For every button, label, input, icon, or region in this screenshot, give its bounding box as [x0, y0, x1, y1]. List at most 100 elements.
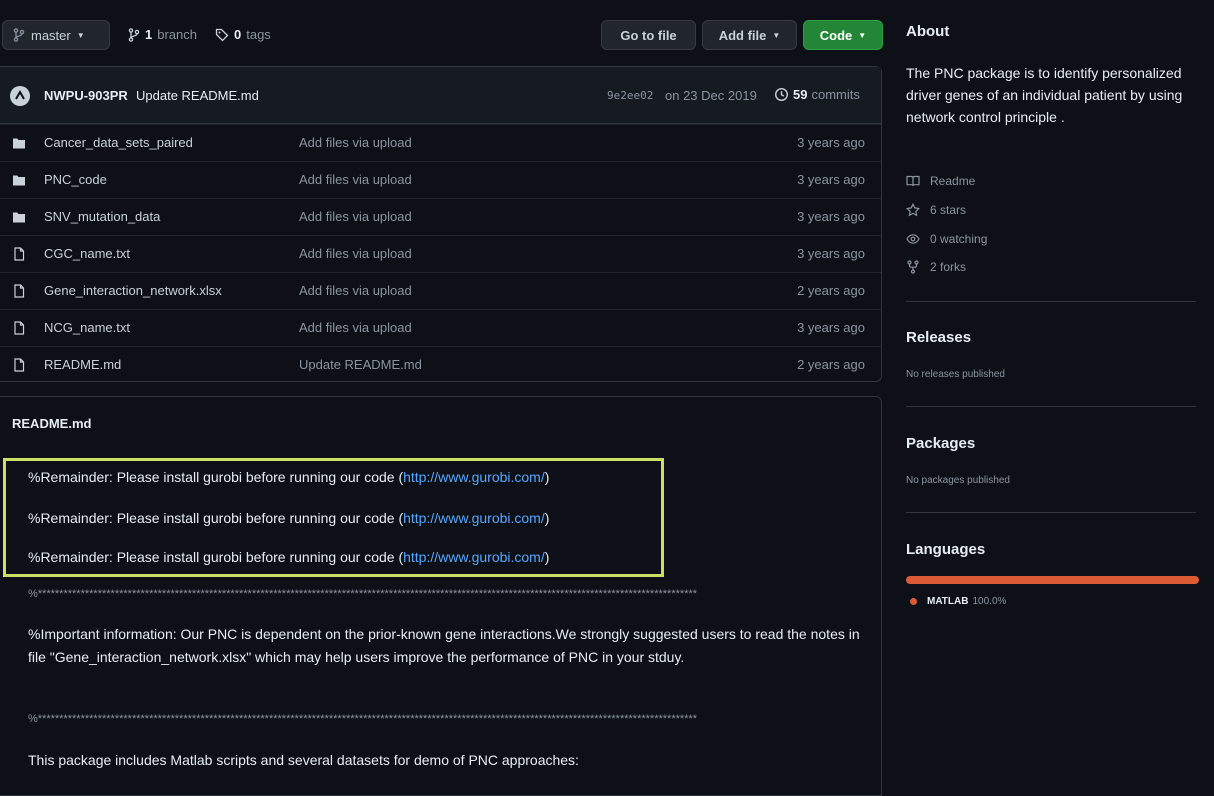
go-to-file-button[interactable]: Go to file [601, 20, 696, 50]
separator-stars: %***************************************… [28, 588, 698, 600]
history-icon [774, 87, 789, 102]
avatar-icon [15, 89, 25, 100]
file-name[interactable]: CGC_name.txt [44, 246, 130, 261]
readme-title: README.md [12, 416, 92, 431]
language-bar [906, 576, 1199, 584]
file-row[interactable]: SNV_mutation_data Add files via upload 3 y… [0, 198, 881, 234]
code-button[interactable]: Code ▼ [803, 20, 883, 50]
file-commit-message[interactable]: Update README.md [299, 357, 422, 372]
about-description: The PNC package is to identify personali… [906, 65, 1183, 125]
about-title: About [906, 23, 950, 40]
forks-label: 2 forks [930, 260, 967, 274]
file-name[interactable]: README.md [44, 357, 121, 372]
branch-icon [13, 28, 25, 42]
file-icon [14, 284, 25, 298]
readme-link[interactable]: Readme [906, 174, 975, 188]
reminder-line-3: %Remainder: Please install gurobi before… [28, 549, 549, 565]
commit-sha[interactable]: 9e2ee02 [607, 89, 653, 102]
reminder-text: %Remainder: Please install gurobi before… [28, 469, 404, 485]
file-icon [14, 247, 25, 261]
file-commit-message[interactable]: Add files via upload [299, 283, 412, 298]
stars-link[interactable]: 6 stars [906, 203, 966, 217]
commit-author[interactable]: NWPU-903PR [44, 88, 128, 103]
fork-icon [907, 260, 919, 274]
gurobi-link[interactable]: http://www.gurobi.com/ [403, 469, 545, 485]
reminder-close: ) [544, 549, 550, 565]
eye-icon [906, 234, 920, 244]
chevron-down-icon: ▼ [772, 30, 781, 40]
reminder-text: %Remainder: Please install gurobi before… [28, 510, 404, 526]
commit-message[interactable]: Update README.md [136, 88, 259, 103]
folder-icon [13, 175, 25, 186]
file-age: 3 years ago [797, 172, 865, 187]
commit-date: on 23 Dec 2019 [665, 88, 757, 103]
gurobi-link[interactable]: http://www.gurobi.com/ [403, 549, 545, 565]
watchers-link[interactable]: 0 watching [906, 232, 987, 246]
file-row[interactable]: PNC_code Add files via upload 3 years ago [0, 161, 881, 197]
gurobi-link[interactable]: http://www.gurobi.com/ [403, 510, 545, 526]
branch-word: branch [157, 27, 197, 42]
readme-panel: README.md %Remainder: Please install gur… [0, 396, 882, 796]
releases-title[interactable]: Releases [906, 329, 971, 346]
file-commit-message[interactable]: Add files via upload [299, 320, 412, 335]
tag-count-value: 0 [234, 27, 242, 42]
file-age: 2 years ago [797, 357, 865, 372]
file-icon [14, 321, 25, 335]
packages-note: No packages published [906, 475, 1010, 486]
reminder-close: ) [544, 469, 550, 485]
file-commit-message[interactable]: Add files via upload [299, 172, 412, 187]
reminder-line-1: %Remainder: Please install gurobi before… [28, 469, 549, 485]
branches-link[interactable]: 1 branch [128, 27, 197, 42]
packages-title[interactable]: Packages [906, 435, 975, 452]
commits-link[interactable]: 59 commits [774, 87, 860, 102]
forks-link[interactable]: 2 forks [906, 260, 966, 274]
star-icon [906, 203, 920, 217]
divider [906, 301, 1196, 302]
book-icon [906, 175, 920, 187]
reminder-close: ) [544, 510, 550, 526]
file-row[interactable]: NCG_name.txt Add files via upload 3 years … [0, 309, 881, 345]
file-age: 3 years ago [797, 320, 865, 335]
file-commit-message[interactable]: Add files via upload [299, 246, 412, 261]
language-name: MATLAB [927, 596, 969, 607]
file-commit-message[interactable]: Add files via upload [299, 135, 412, 150]
avatar[interactable] [10, 86, 30, 106]
branch-count-value: 1 [145, 27, 153, 42]
commit-count-word: commits [811, 87, 860, 102]
language-item[interactable]: MATLAB 100.0% [910, 596, 1006, 607]
file-row[interactable]: Cancer_data_sets_paired Add files via upl… [0, 124, 881, 160]
tags-link[interactable]: 0 tags [215, 27, 271, 42]
chevron-down-icon: ▼ [858, 30, 867, 40]
folder-icon [13, 212, 25, 223]
file-age: 3 years ago [797, 209, 865, 224]
divider [906, 512, 1196, 513]
language-percent: 100.0% [972, 596, 1007, 607]
file-icon [14, 358, 25, 372]
file-row[interactable]: CGC_name.txt Add files via upload 3 years … [0, 235, 881, 271]
file-name[interactable]: SNV_mutation_data [44, 209, 160, 224]
separator-stars: %***************************************… [28, 713, 698, 725]
file-name[interactable]: Cancer_data_sets_paired [44, 135, 193, 150]
file-age: 3 years ago [797, 246, 865, 261]
divider [906, 406, 1196, 407]
file-name[interactable]: Gene_interaction_network.xlsx [44, 283, 222, 298]
file-age: 2 years ago [797, 283, 865, 298]
releases-note: No releases published [906, 369, 1005, 380]
tag-word: tags [246, 27, 271, 42]
file-list: NWPU-903PR Update README.md 9e2ee02 on 2… [0, 66, 882, 382]
branch-name: master [31, 27, 71, 43]
add-file-button[interactable]: Add file ▼ [702, 20, 797, 50]
file-row[interactable]: Gene_interaction_network.xlsx Add files v… [0, 272, 881, 308]
file-commit-message[interactable]: Add files via upload [299, 209, 412, 224]
important-info-text: %Important information: Our PNC is depen… [28, 626, 860, 665]
watching-label: 0 watching [930, 232, 988, 246]
file-row[interactable]: README.md Update README.md 2 years ago [0, 346, 881, 382]
branch-select-button[interactable]: master ▼ [2, 20, 110, 50]
file-name[interactable]: PNC_code [44, 172, 107, 187]
file-name[interactable]: NCG_name.txt [44, 320, 130, 335]
add-file-label: Add file [718, 27, 767, 43]
languages-title: Languages [906, 541, 986, 558]
reminder-text: %Remainder: Please install gurobi before… [28, 549, 404, 565]
commit-count-value: 59 [793, 87, 808, 102]
code-label: Code [819, 27, 853, 43]
